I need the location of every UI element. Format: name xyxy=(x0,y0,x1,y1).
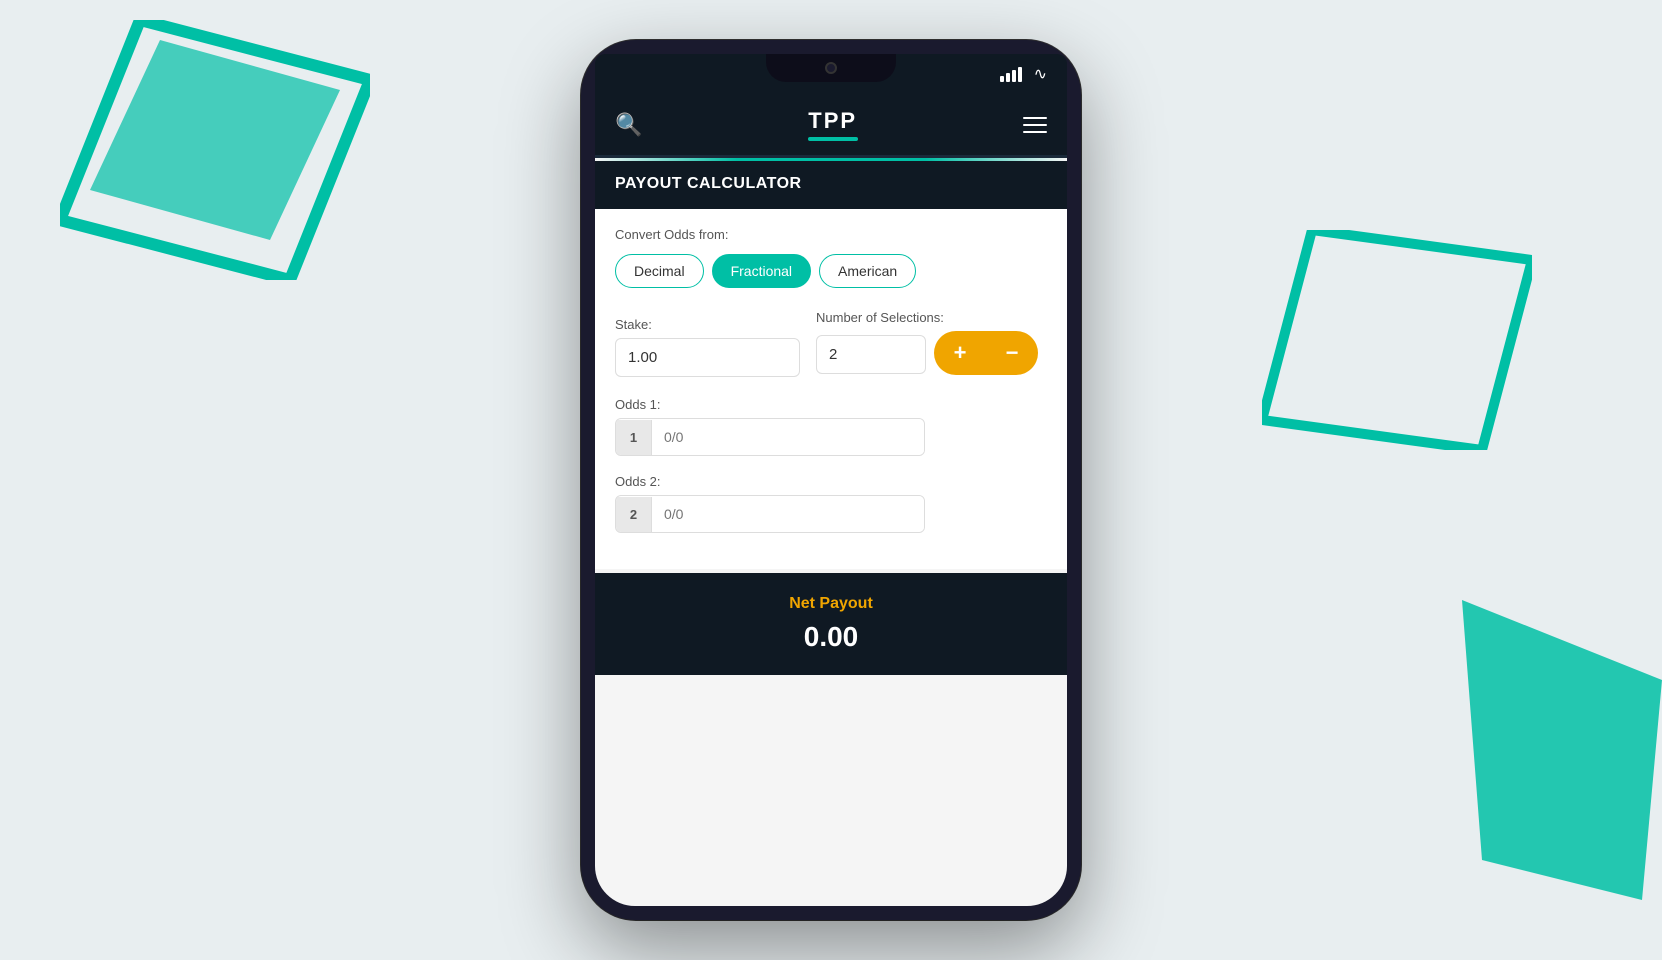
section-title-bar: PAYOUT CALCULATOR xyxy=(595,161,1067,209)
odds-2-label: Odds 2: xyxy=(615,474,1047,489)
signal-bars xyxy=(1000,67,1022,82)
stake-selections-row: Stake: Number of Selections: + − xyxy=(615,310,1047,377)
net-payout-value: 0.00 xyxy=(615,621,1047,653)
net-payout-label: Net Payout xyxy=(615,595,1047,613)
logo-text: TPP xyxy=(808,108,857,134)
odds-2-input[interactable] xyxy=(652,496,924,532)
stepper-plus-button[interactable]: + xyxy=(934,331,986,375)
odds-1-label: Odds 1: xyxy=(615,397,1047,412)
stepper-controls: + − xyxy=(934,331,1038,375)
odds-1-input-container: 1 xyxy=(615,418,925,456)
odds-2-badge: 2 xyxy=(616,497,652,532)
page-title: PAYOUT CALCULATOR xyxy=(615,175,802,192)
convert-label: Convert Odds from: xyxy=(615,227,1047,242)
odds-type-selector: Decimal Fractional American xyxy=(615,254,1047,288)
odds-1-badge: 1 xyxy=(616,420,652,455)
phone-screen: 🔍 TPP PAYOUT CALCULATOR Convert xyxy=(595,94,1067,906)
selections-label: Number of Selections: xyxy=(816,310,1038,325)
bg-decoration-tl xyxy=(60,20,370,280)
menu-icon[interactable] xyxy=(1023,117,1047,133)
app-header: 🔍 TPP xyxy=(595,94,1067,158)
logo-underline xyxy=(808,137,858,141)
phone-camera xyxy=(825,62,837,74)
app-logo: TPP xyxy=(808,108,858,141)
stepper-minus-button[interactable]: − xyxy=(986,331,1038,375)
stake-group: Stake: xyxy=(615,317,800,377)
calculator-content: Convert Odds from: Decimal Fractional Am… xyxy=(595,209,1067,569)
stake-input[interactable] xyxy=(615,338,800,377)
wifi-icon: ∿ xyxy=(1034,64,1047,84)
bg-decoration-br xyxy=(1462,600,1662,900)
odds-1-row: Odds 1: 1 xyxy=(615,397,1047,456)
fractional-button[interactable]: Fractional xyxy=(712,254,811,288)
search-icon[interactable]: 🔍 xyxy=(615,112,642,138)
bg-decoration-tr xyxy=(1262,230,1532,450)
net-payout-section: Net Payout 0.00 xyxy=(595,573,1067,675)
selections-group: Number of Selections: + − xyxy=(816,310,1038,377)
phone-notch xyxy=(766,54,896,82)
odds-2-row: Odds 2: 2 xyxy=(615,474,1047,533)
stake-label: Stake: xyxy=(615,317,800,332)
phone-frame: ∿ 🔍 TPP PAYOUT CALCULATOR xyxy=(581,40,1081,920)
american-button[interactable]: American xyxy=(819,254,916,288)
selections-input[interactable] xyxy=(816,335,926,374)
decimal-button[interactable]: Decimal xyxy=(615,254,704,288)
odds-2-input-container: 2 xyxy=(615,495,925,533)
odds-1-input[interactable] xyxy=(652,419,924,455)
